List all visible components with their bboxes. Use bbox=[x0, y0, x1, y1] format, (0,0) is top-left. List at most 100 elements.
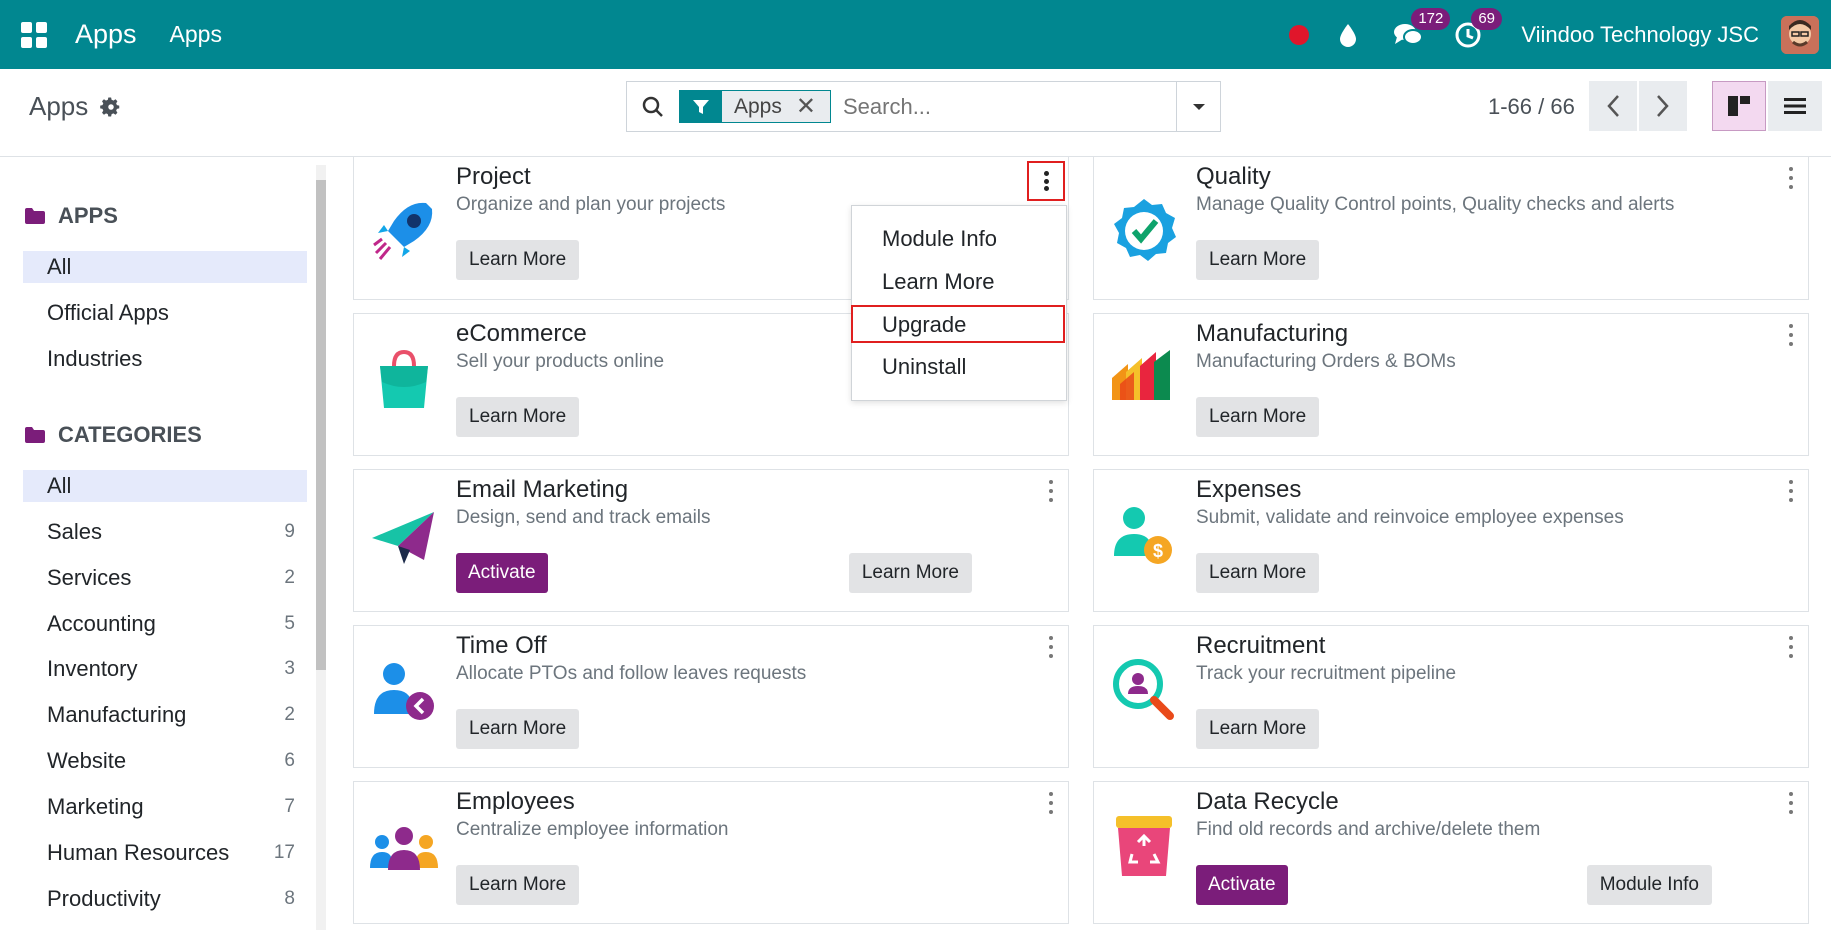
facet-remove-icon[interactable]: ✕ bbox=[793, 91, 830, 122]
card-options-icon[interactable] bbox=[1784, 167, 1798, 189]
email-marketing-icon bbox=[372, 512, 434, 564]
learn-more-button[interactable]: Learn More bbox=[456, 865, 580, 905]
app-summary: Submit, validate and reinvoice employee … bbox=[1196, 507, 1624, 528]
app-card-expenses[interactable]: $ Expenses Submit, validate and reinvoic… bbox=[1093, 469, 1809, 612]
module-info-button[interactable]: Module Info bbox=[1586, 865, 1712, 905]
card-options-icon[interactable] bbox=[1784, 636, 1798, 658]
app-summary: Design, send and track emails bbox=[456, 507, 711, 528]
search-input[interactable] bbox=[830, 93, 1176, 120]
project-icon bbox=[373, 202, 433, 260]
sidebar-category-marketing[interactable]: Marketing 7 bbox=[23, 791, 307, 823]
card-options-icon[interactable] bbox=[1044, 636, 1058, 658]
sidebar-item-industries[interactable]: Industries bbox=[23, 343, 307, 375]
app-card-quality[interactable]: Quality Manage Quality Control points, Q… bbox=[1093, 157, 1809, 300]
learn-more-button[interactable]: Learn More bbox=[456, 709, 580, 749]
categories-header-label: CATEGORIES bbox=[58, 422, 202, 447]
category-count: 7 bbox=[284, 796, 295, 817]
learn-more-button[interactable]: Learn More bbox=[848, 553, 972, 593]
card-options-dropdown: Module Info Learn More Upgrade Uninstall bbox=[851, 205, 1067, 401]
sidebar-item-label: Industries bbox=[47, 346, 143, 371]
nav-menu-apps[interactable]: Apps bbox=[170, 21, 222, 48]
gear-icon[interactable] bbox=[100, 96, 122, 118]
app-summary: Track your recruitment pipeline bbox=[1196, 663, 1457, 684]
app-name: Manufacturing bbox=[1196, 320, 1349, 347]
sidebar-category-accounting[interactable]: Accounting 5 bbox=[23, 608, 307, 640]
search-icon[interactable] bbox=[627, 82, 679, 131]
filter-icon bbox=[680, 91, 722, 122]
card-options-icon[interactable] bbox=[1044, 792, 1058, 814]
svg-text:$: $ bbox=[1153, 541, 1163, 561]
sidebar-category-inventory[interactable]: Inventory 3 bbox=[23, 653, 307, 685]
card-options-icon[interactable] bbox=[1784, 324, 1798, 346]
sidebar-category-sales[interactable]: Sales 9 bbox=[23, 516, 307, 548]
learn-more-button[interactable]: Learn More bbox=[1196, 709, 1320, 749]
list-view-button[interactable] bbox=[1768, 81, 1822, 131]
app-name[interactable]: Apps bbox=[75, 19, 137, 50]
learn-more-button[interactable]: Learn More bbox=[456, 240, 580, 280]
apps-header-label: APPS bbox=[58, 203, 118, 228]
activate-button[interactable]: Activate bbox=[456, 553, 548, 593]
user-avatar[interactable] bbox=[1781, 15, 1819, 54]
app-name: Expenses bbox=[1196, 476, 1302, 503]
dropdown-uninstall[interactable]: Uninstall bbox=[852, 347, 1066, 387]
project-options-icon[interactable] bbox=[1027, 161, 1065, 201]
category-count: 17 bbox=[273, 842, 295, 863]
sidebar-item-all-apps[interactable]: All bbox=[23, 251, 307, 283]
app-name: Employees bbox=[456, 788, 575, 815]
card-options-icon[interactable] bbox=[1784, 792, 1798, 814]
sidebar-category-website[interactable]: Website 6 bbox=[23, 745, 307, 777]
learn-more-button[interactable]: Learn More bbox=[1196, 397, 1320, 437]
data-recycle-icon bbox=[1116, 816, 1172, 876]
app-name: Recruitment bbox=[1196, 632, 1326, 659]
learn-more-button[interactable]: Learn More bbox=[1196, 553, 1320, 593]
search-options-toggle[interactable] bbox=[1176, 82, 1220, 131]
messages-icon[interactable]: 172 bbox=[1393, 7, 1451, 50]
kanban-view-button[interactable] bbox=[1712, 81, 1766, 131]
sidebar-item-label: Official Apps bbox=[47, 300, 169, 325]
activities-icon[interactable]: 69 bbox=[1453, 7, 1502, 50]
app-card-email-marketing[interactable]: Email Marketing Design, send and track e… bbox=[353, 469, 1069, 612]
recording-icon[interactable] bbox=[1289, 24, 1310, 45]
card-options-icon[interactable] bbox=[1784, 480, 1798, 502]
app-card-data-recycle[interactable]: Data Recycle Find old records and archiv… bbox=[1093, 781, 1809, 924]
sidebar-item-official-apps[interactable]: Official Apps bbox=[23, 297, 307, 329]
category-count: 2 bbox=[284, 567, 295, 588]
sidebar-category-all[interactable]: All bbox=[23, 470, 307, 502]
app-name: Quality bbox=[1196, 163, 1271, 190]
category-count: 8 bbox=[284, 888, 295, 909]
pager-value[interactable]: 1-66 / 66 bbox=[1488, 94, 1575, 120]
dropdown-module-info[interactable]: Module Info bbox=[852, 219, 1066, 259]
sidebar-item-label: Sales bbox=[47, 519, 103, 544]
pager-next-button[interactable] bbox=[1639, 81, 1687, 131]
activate-button[interactable]: Activate bbox=[1196, 865, 1288, 905]
facet-label: Apps bbox=[722, 91, 794, 122]
categories-section-header: CATEGORIES bbox=[24, 422, 202, 448]
time-off-icon bbox=[374, 663, 434, 720]
app-card-manufacturing[interactable]: Manufacturing Manufacturing Orders & BOM… bbox=[1093, 313, 1809, 456]
breadcrumb: Apps bbox=[29, 91, 122, 122]
sidebar-scrollbar-thumb[interactable] bbox=[316, 180, 326, 670]
learn-more-button[interactable]: Learn More bbox=[1196, 240, 1320, 280]
sidebar-category-manufacturing[interactable]: Manufacturing 2 bbox=[23, 699, 307, 731]
app-card-time-off[interactable]: Time Off Allocate PTOs and follow leaves… bbox=[353, 625, 1069, 768]
manufacturing-icon bbox=[1112, 350, 1170, 400]
app-menu-icon[interactable] bbox=[21, 21, 47, 48]
sidebar-category-productivity[interactable]: Productivity 8 bbox=[23, 883, 307, 915]
search-facet: Apps ✕ bbox=[679, 90, 831, 123]
pager-previous-button[interactable] bbox=[1589, 81, 1637, 131]
drop-icon[interactable] bbox=[1333, 20, 1363, 50]
app-card-recruitment[interactable]: Recruitment Track your recruitment pipel… bbox=[1093, 625, 1809, 768]
sidebar-item-label: Accounting bbox=[47, 611, 156, 636]
sidebar: APPS All Official Apps Industries CATEGO… bbox=[0, 165, 328, 932]
sidebar-item-label: Website bbox=[47, 748, 127, 773]
app-card-employees[interactable]: Employees Centralize employee informatio… bbox=[353, 781, 1069, 924]
company-switcher[interactable]: Viindoo Technology JSC bbox=[1521, 22, 1759, 48]
sidebar-category-services[interactable]: Services 2 bbox=[23, 562, 307, 594]
learn-more-button[interactable]: Learn More bbox=[456, 397, 580, 437]
employees-icon bbox=[370, 827, 438, 870]
dropdown-learn-more[interactable]: Learn More bbox=[852, 262, 1066, 302]
app-summary: Manage Quality Control points, Quality c… bbox=[1196, 194, 1675, 215]
expenses-icon: $ bbox=[1114, 507, 1172, 564]
sidebar-category-human-resources[interactable]: Human Resources 17 bbox=[23, 837, 307, 869]
card-options-icon[interactable] bbox=[1044, 480, 1058, 502]
